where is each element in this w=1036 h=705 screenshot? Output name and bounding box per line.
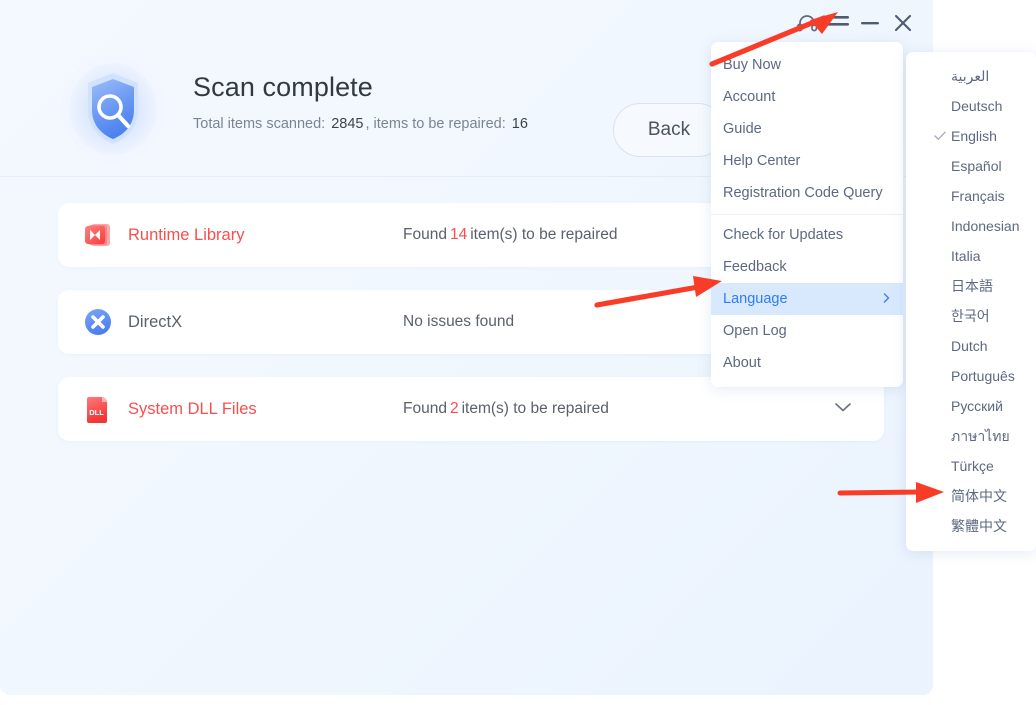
menu-item-about[interactable]: About: [711, 347, 903, 379]
card-status-prefix: Found: [403, 226, 447, 243]
menu-item-feedback[interactable]: Feedback: [711, 251, 903, 283]
summary-comma: ,: [365, 116, 370, 132]
repair-count: 16: [511, 116, 528, 132]
language-item-7[interactable]: 日本語: [906, 271, 1036, 301]
language-item-5[interactable]: Indonesian: [906, 211, 1036, 241]
menu-item-label: Check for Updates: [723, 227, 844, 243]
back-button[interactable]: Back: [613, 103, 725, 157]
language-item-label: English: [951, 128, 997, 144]
language-item-label: Español: [951, 158, 1002, 174]
language-item-label: Italia: [951, 248, 981, 264]
language-item-label: Dutch: [951, 338, 988, 354]
scan-summary-text: Scan complete Total items scanned: 2845,…: [193, 70, 530, 133]
menu-item-check-for-updates[interactable]: Check for Updates: [711, 219, 903, 251]
menu-item-help-center[interactable]: Help Center: [711, 145, 903, 177]
menu-item-label: Guide: [723, 121, 762, 137]
language-item-label: 简体中文: [951, 488, 1007, 504]
page-title: Scan complete: [193, 72, 373, 102]
scanned-count: 2845: [331, 116, 364, 132]
card-status-count: 2: [449, 400, 459, 417]
menu-item-label: About: [723, 355, 761, 371]
menu-divider: [711, 214, 903, 215]
language-item-3[interactable]: Español: [906, 151, 1036, 181]
support-headset-icon[interactable]: [792, 8, 822, 38]
menu-item-label: Account: [723, 89, 776, 105]
close-icon[interactable]: [888, 8, 918, 38]
language-item-6[interactable]: Italia: [906, 241, 1036, 271]
chevron-down-icon[interactable]: [834, 400, 852, 418]
svg-text:DLL: DLL: [89, 408, 104, 417]
menu-item-guide[interactable]: Guide: [711, 113, 903, 145]
language-submenu: العربية Deutsch English Español Français Indo…: [906, 52, 1036, 551]
visual-studio-runtime-icon: [82, 219, 114, 251]
card-status-count: 14: [449, 226, 468, 243]
card-status-prefix: No issues found: [403, 313, 515, 330]
language-item-label: Português: [951, 368, 1015, 384]
menu-item-buy-now[interactable]: Buy Now: [711, 49, 903, 81]
language-item-9[interactable]: Dutch: [906, 331, 1036, 361]
language-item-0[interactable]: العربية: [906, 61, 1036, 91]
language-item-15[interactable]: 繁體中文: [906, 511, 1036, 541]
language-item-label: Français: [951, 188, 1005, 204]
menu-item-language[interactable]: Language: [711, 283, 903, 315]
card-status: Found 14 item(s) to be repaired: [403, 226, 618, 244]
language-item-2[interactable]: English: [906, 121, 1036, 151]
main-dropdown-menu: Buy Now Account Guide Help Center Registrati…: [711, 42, 903, 387]
card-title: Runtime Library: [128, 225, 245, 244]
hamburger-menu-icon[interactable]: [823, 8, 853, 38]
menu-item-account[interactable]: Account: [711, 81, 903, 113]
language-item-label: Русский: [951, 398, 1003, 414]
language-item-label: 繁體中文: [951, 518, 1007, 534]
scanned-label: Total items scanned:: [193, 116, 326, 132]
menu-item-label: Open Log: [723, 323, 787, 339]
language-item-label: Türkçe: [951, 458, 994, 474]
chevron-right-icon: [883, 283, 890, 315]
language-item-1[interactable]: Deutsch: [906, 91, 1036, 121]
menu-item-label: Registration Code Query: [723, 185, 883, 201]
language-item-label: Indonesian: [951, 218, 1020, 234]
language-item-4[interactable]: Français: [906, 181, 1036, 211]
card-status: No issues found: [403, 313, 514, 331]
language-item-13[interactable]: Türkçe: [906, 451, 1036, 481]
menu-item-open-log[interactable]: Open Log: [711, 315, 903, 347]
menu-item-label: Language: [723, 291, 788, 307]
language-item-label: 한국어: [951, 308, 990, 324]
language-item-11[interactable]: Русский: [906, 391, 1036, 421]
check-icon: [934, 121, 946, 151]
title-bar: [0, 0, 933, 46]
language-item-10[interactable]: Português: [906, 361, 1036, 391]
language-item-12[interactable]: ภาษาไทย: [906, 421, 1036, 451]
language-item-label: 日本語: [951, 278, 993, 294]
card-status: Found 2 item(s) to be repaired: [403, 400, 609, 418]
menu-item-label: Feedback: [723, 259, 787, 275]
menu-item-label: Buy Now: [723, 57, 782, 73]
language-item-label: ภาษาไทย: [951, 428, 1010, 444]
card-status-suffix: item(s) to be repaired: [461, 400, 609, 417]
card-title: System DLL Files: [128, 399, 257, 418]
menu-item-label: Help Center: [723, 153, 801, 169]
directx-icon: [82, 306, 114, 338]
minimize-icon[interactable]: [855, 8, 885, 38]
scan-summary-line: Total items scanned: 2845, items to be r…: [193, 115, 530, 133]
repair-label: items to be repaired:: [373, 116, 506, 132]
language-item-label: Deutsch: [951, 98, 1003, 114]
dll-file-icon: DLL: [82, 393, 114, 425]
language-item-14[interactable]: 简体中文: [906, 481, 1036, 511]
language-item-8[interactable]: 한국어: [906, 301, 1036, 331]
card-status-suffix: item(s) to be repaired: [470, 226, 618, 243]
card-title: DirectX: [128, 312, 183, 331]
card-status-prefix: Found: [403, 400, 447, 417]
shield-search-icon: [58, 54, 168, 164]
language-item-label: العربية: [951, 68, 990, 84]
menu-item-registration-code-query[interactable]: Registration Code Query: [711, 177, 903, 209]
